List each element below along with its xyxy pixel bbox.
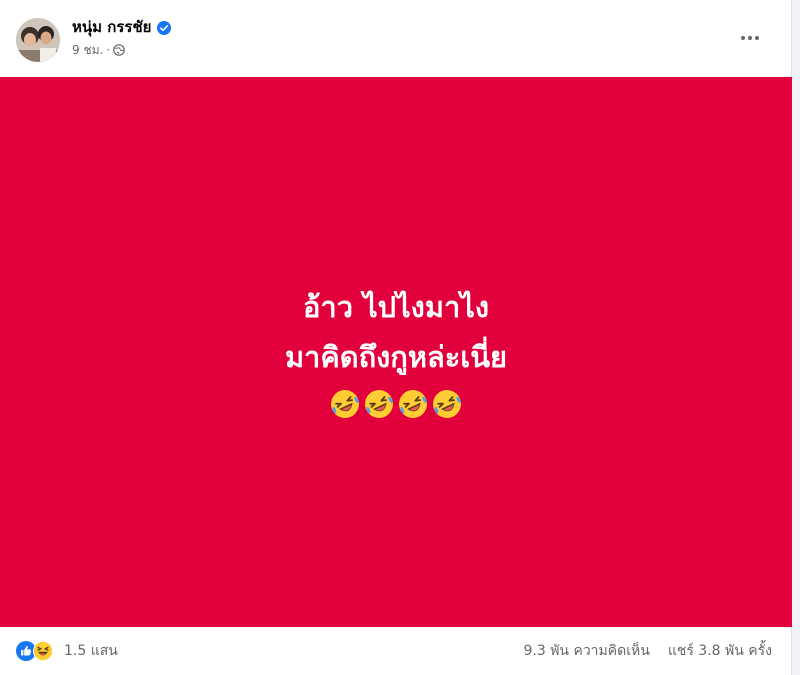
verified-badge-icon — [157, 20, 172, 35]
avatar-image — [16, 18, 60, 62]
author-row: หนุ่ม กรรชัย — [72, 15, 172, 39]
globe-icon — [113, 44, 125, 56]
post-options-button[interactable] — [732, 22, 768, 54]
reactions-summary[interactable]: 1.5 แสน — [16, 640, 118, 662]
avatar[interactable] — [16, 18, 60, 62]
rolling-on-floor-laughing-icon — [331, 390, 359, 418]
post-text-line: อ้าว ไปไงมาไง — [303, 290, 489, 324]
post-footer: 1.5 แสน 9.3 พัน ความคิดเห็น แชร์ 3.8 พัน… — [0, 628, 792, 675]
emoji-row — [0, 388, 792, 422]
post-timestamp[interactable]: 9 ชม. — [72, 41, 103, 60]
post-card: หนุ่ม กรรชัย 9 ชม. · อ้าว ไปไงมาไง มาคิด… — [0, 0, 792, 675]
more-horizontal-icon — [741, 36, 759, 40]
reaction-count: 1.5 แสน — [64, 643, 118, 659]
author-name[interactable]: หนุ่ม กรรชัย — [72, 15, 151, 39]
comments-count-link[interactable]: 9.3 พัน ความคิดเห็น — [523, 640, 649, 662]
post-header: หนุ่ม กรรชัย 9 ชม. · — [0, 0, 792, 76]
engagement-stats: 9.3 พัน ความคิดเห็น แชร์ 3.8 พัน ครั้ง — [523, 641, 772, 661]
post-colored-background: อ้าว ไปไงมาไง มาคิดถึงกูหล่ะเนี่ย — [0, 77, 792, 627]
shares-count-link[interactable]: แชร์ 3.8 พัน ครั้ง — [668, 640, 772, 662]
haha-icon — [33, 641, 53, 661]
post-text-line: มาคิดถึงกูหล่ะเนี่ย — [284, 340, 508, 374]
meta-separator: · — [106, 43, 111, 57]
rolling-on-floor-laughing-icon — [399, 390, 427, 418]
post-meta: 9 ชม. · — [72, 42, 125, 58]
post-text: อ้าว ไปไงมาไง มาคิดถึงกูหล่ะเนี่ย — [0, 282, 792, 382]
rolling-on-floor-laughing-icon — [365, 390, 393, 418]
rolling-on-floor-laughing-icon — [433, 390, 461, 418]
reaction-icons — [16, 640, 58, 662]
